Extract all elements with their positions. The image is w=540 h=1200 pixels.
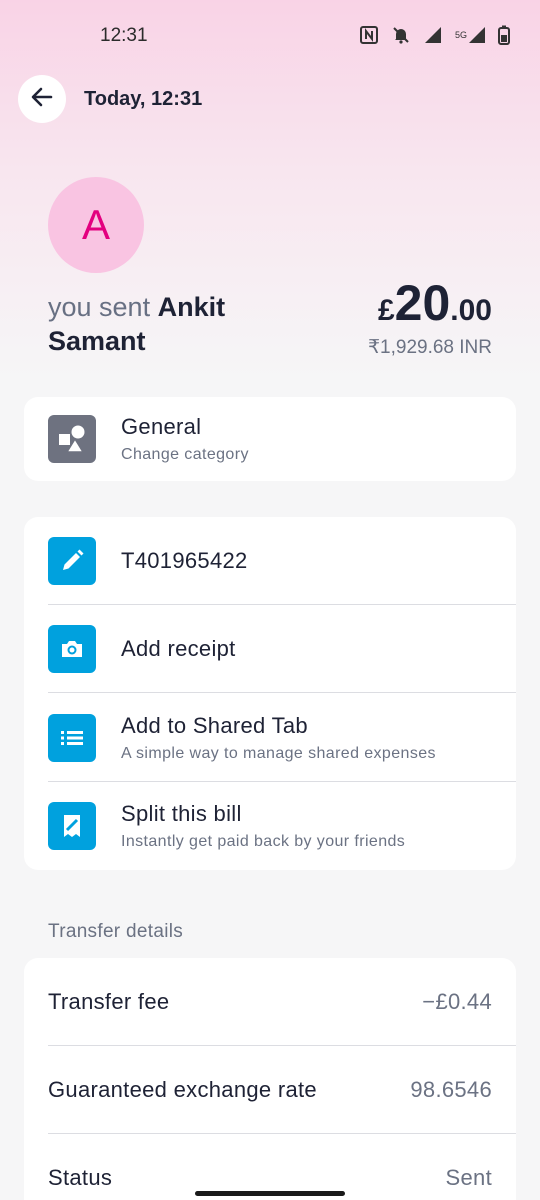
back-button[interactable] <box>18 75 66 123</box>
pencil-icon <box>48 537 96 585</box>
exchange-rate-value: 98.6546 <box>410 1077 492 1102</box>
transfer-fee-label: Transfer fee <box>48 989 170 1014</box>
split-bill-subtitle: Instantly get paid back by your friends <box>121 833 406 850</box>
category-subtitle: Change category <box>121 446 249 463</box>
nfc-icon <box>359 25 379 45</box>
status-time: 12:31 <box>100 25 148 46</box>
category-row[interactable]: General Change category <box>24 397 516 481</box>
add-receipt-row[interactable]: Add receipt <box>24 605 516 693</box>
5g-signal-icon: 5G <box>455 25 486 45</box>
camera-icon <box>48 625 96 673</box>
receipt-split-icon <box>48 802 96 850</box>
reference-row[interactable]: T401965422 <box>24 517 516 605</box>
header: Today, 12:31 <box>18 75 202 123</box>
network-label: 5G <box>454 30 467 40</box>
list-icon <box>48 713 96 762</box>
exchange-rate-label: Guaranteed exchange rate <box>48 1077 317 1102</box>
shared-tab-subtitle: A simple way to manage shared expenses <box>121 744 436 762</box>
split-bill-title: Split this bill <box>121 801 242 826</box>
amount-converted: ₹1,929.68 INR <box>367 337 492 358</box>
page-title: Today, 12:31 <box>84 87 203 110</box>
transfer-details-card: Transfer fee −£0.44 Guaranteed exchange … <box>24 958 516 1200</box>
sent-summary: you sent Ankit Samant <box>48 290 328 358</box>
category-card[interactable]: General Change category <box>24 397 516 481</box>
arrow-left-icon <box>29 84 55 115</box>
shared-tab-title: Add to Shared Tab <box>121 712 308 738</box>
avatar: A <box>48 177 144 273</box>
status-label: Status <box>48 1165 113 1190</box>
signal-icon <box>423 25 443 45</box>
actions-card: T401965422 Add receipt Add to Shared Tab <box>24 517 516 870</box>
shapes-icon <box>48 415 96 463</box>
amount-currency: £ <box>377 294 395 327</box>
transfer-fee-value: −£0.44 <box>422 989 492 1014</box>
add-receipt-title: Add receipt <box>121 636 236 661</box>
amount-sent: £20.00 <box>378 274 492 332</box>
transfer-details-heading: Transfer details <box>48 921 184 942</box>
amount-decimal: .00 <box>450 294 492 327</box>
status-bar: 12:31 5G <box>0 0 540 72</box>
split-bill-row[interactable]: Split this bill Instantly get paid back … <box>24 782 516 870</box>
status-value: Sent <box>445 1165 492 1190</box>
exchange-rate-row: Guaranteed exchange rate 98.6546 <box>24 1046 516 1134</box>
amount-whole: 20 <box>394 275 451 331</box>
category-title: General <box>121 414 202 439</box>
reference-title: T401965422 <box>121 548 248 573</box>
sent-prefix: you sent <box>48 292 151 322</box>
battery-icon <box>498 25 510 45</box>
shared-tab-row[interactable]: Add to Shared Tab A simple way to manage… <box>24 693 516 782</box>
transfer-fee-row: Transfer fee −£0.44 <box>24 958 516 1046</box>
bell-off-icon <box>391 25 411 45</box>
home-indicator[interactable] <box>195 1191 345 1196</box>
status-icons: 5G <box>359 25 510 45</box>
